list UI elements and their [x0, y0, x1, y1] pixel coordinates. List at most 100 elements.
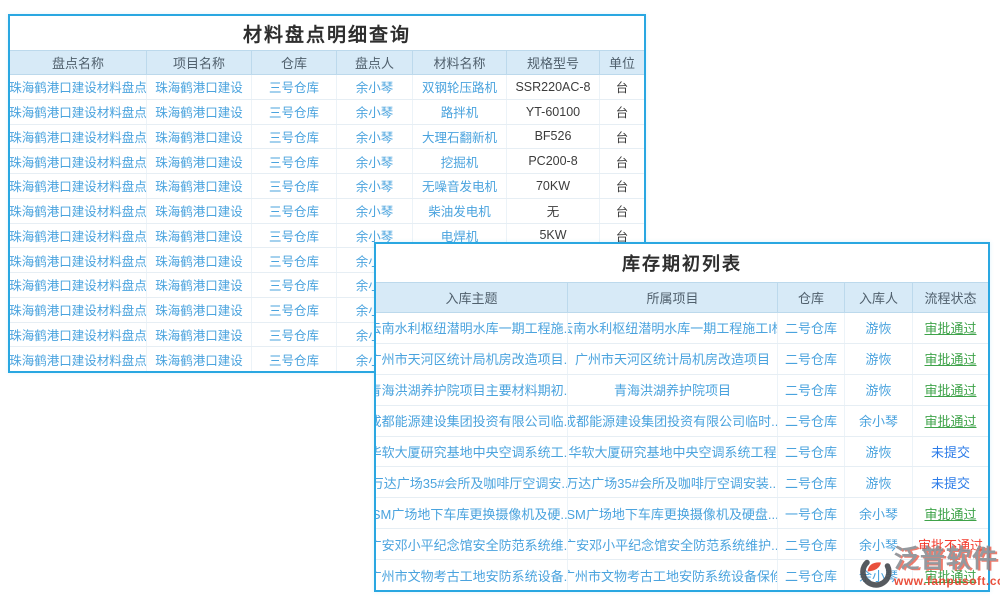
- entry-person-link[interactable]: 游恢: [845, 437, 913, 467]
- project-name-link[interactable]: 珠海鹤港口建设: [147, 125, 252, 149]
- warehouse-link[interactable]: 三号仓库: [252, 323, 337, 347]
- entry-subject-link[interactable]: 云南水利枢纽潜明水库一期工程施...: [376, 313, 568, 343]
- counter-link[interactable]: 余小琴: [337, 149, 413, 173]
- warehouse-link[interactable]: 三号仓库: [252, 149, 337, 173]
- inventory-name-link[interactable]: 珠海鹤港口建设材料盘点: [10, 224, 147, 248]
- entry-person-link[interactable]: 余小琴: [845, 406, 913, 436]
- inventory-name-link[interactable]: 珠海鹤港口建设材料盘点: [10, 174, 147, 198]
- flow-status-link[interactable]: 审批通过: [913, 406, 988, 436]
- flow-status-link[interactable]: 审批通过: [913, 344, 988, 374]
- project-name-link[interactable]: 珠海鹤港口建设: [147, 75, 252, 99]
- page: 材料盘点明细查询 盘点名称项目名称仓库盘点人材料名称规格型号单位 珠海鹤港口建设…: [0, 0, 1000, 600]
- project-link[interactable]: 万达广场35#会所及咖啡厅空调安装...: [568, 467, 778, 497]
- warehouse-link[interactable]: 二号仓库: [778, 375, 845, 405]
- warehouse-link[interactable]: 二号仓库: [778, 313, 845, 343]
- project-name-link[interactable]: 珠海鹤港口建设: [147, 347, 252, 371]
- flow-status-link[interactable]: 审批通过: [913, 560, 988, 590]
- material-name-link[interactable]: 挖掘机: [413, 149, 507, 173]
- counter-link[interactable]: 余小琴: [337, 125, 413, 149]
- inventory-name-link[interactable]: 珠海鹤港口建设材料盘点: [10, 125, 147, 149]
- warehouse-link[interactable]: 三号仓库: [252, 75, 337, 99]
- counter-link[interactable]: 余小琴: [337, 174, 413, 198]
- material-name-link[interactable]: 路拌机: [413, 100, 507, 124]
- warehouse-link[interactable]: 二号仓库: [778, 560, 845, 590]
- flow-status-link[interactable]: 审批通过: [913, 313, 988, 343]
- project-name-link[interactable]: 珠海鹤港口建设: [147, 273, 252, 297]
- material-name-link[interactable]: 无噪音发电机: [413, 174, 507, 198]
- table-row: 成都能源建设集团投资有限公司临...成都能源建设集团投资有限公司临时...二号仓…: [376, 406, 988, 437]
- inventory-name-link[interactable]: 珠海鹤港口建设材料盘点: [10, 323, 147, 347]
- warehouse-link[interactable]: 三号仓库: [252, 298, 337, 322]
- entry-person-link[interactable]: 余小琴: [845, 560, 913, 590]
- entry-subject-link[interactable]: 万达广场35#会所及咖啡厅空调安...: [376, 467, 568, 497]
- counter-link[interactable]: 余小琴: [337, 199, 413, 223]
- inventory-name-link[interactable]: 珠海鹤港口建设材料盘点: [10, 199, 147, 223]
- warehouse-link[interactable]: 三号仓库: [252, 224, 337, 248]
- project-name-link[interactable]: 珠海鹤港口建设: [147, 224, 252, 248]
- column-header: 盘点名称: [10, 51, 147, 74]
- spec-model-text: BF526: [507, 125, 600, 149]
- flow-status-link[interactable]: 审批通过: [913, 498, 988, 528]
- warehouse-link[interactable]: 三号仓库: [252, 199, 337, 223]
- warehouse-link[interactable]: 一号仓库: [778, 498, 845, 528]
- flow-status-link[interactable]: 审批通过: [913, 375, 988, 405]
- entry-subject-link[interactable]: 成都能源建设集团投资有限公司临...: [376, 406, 568, 436]
- inventory-name-link[interactable]: 珠海鹤港口建设材料盘点: [10, 347, 147, 371]
- table-row: 万达广场35#会所及咖啡厅空调安...万达广场35#会所及咖啡厅空调安装...二…: [376, 467, 988, 498]
- entry-person-link[interactable]: 游恢: [845, 344, 913, 374]
- project-link[interactable]: 云南水利枢纽潜明水库一期工程施工I标: [568, 313, 778, 343]
- warehouse-link[interactable]: 二号仓库: [778, 406, 845, 436]
- project-name-link[interactable]: 珠海鹤港口建设: [147, 174, 252, 198]
- inventory-name-link[interactable]: 珠海鹤港口建设材料盘点: [10, 100, 147, 124]
- warehouse-link[interactable]: 三号仓库: [252, 174, 337, 198]
- inventory-name-link[interactable]: 珠海鹤港口建设材料盘点: [10, 273, 147, 297]
- counter-link[interactable]: 余小琴: [337, 75, 413, 99]
- project-link[interactable]: 广州市天河区统计局机房改造项目: [568, 344, 778, 374]
- project-link[interactable]: 青海洪湖养护院项目: [568, 375, 778, 405]
- project-link[interactable]: 广州市文物考古工地安防系统设备保修: [568, 560, 778, 590]
- entry-person-link[interactable]: 游恢: [845, 375, 913, 405]
- project-link[interactable]: 华软大厦研究基地中央空调系统工程: [568, 437, 778, 467]
- project-name-link[interactable]: 珠海鹤港口建设: [147, 298, 252, 322]
- material-name-link[interactable]: 柴油发电机: [413, 199, 507, 223]
- project-link[interactable]: SM广场地下车库更换摄像机及硬盘...: [568, 498, 778, 528]
- flow-status-link[interactable]: 未提交: [913, 437, 988, 467]
- warehouse-link[interactable]: 三号仓库: [252, 100, 337, 124]
- project-link[interactable]: 成都能源建设集团投资有限公司临时...: [568, 406, 778, 436]
- entry-subject-link[interactable]: 广安邓小平纪念馆安全防范系统维...: [376, 529, 568, 559]
- entry-subject-link[interactable]: 华软大厦研究基地中央空调系统工...: [376, 437, 568, 467]
- inventory-name-link[interactable]: 珠海鹤港口建设材料盘点: [10, 298, 147, 322]
- material-name-link[interactable]: 双钢轮压路机: [413, 75, 507, 99]
- project-link[interactable]: 广安邓小平纪念馆安全防范系统维护...: [568, 529, 778, 559]
- column-header: 盘点人: [337, 51, 413, 74]
- project-name-link[interactable]: 珠海鹤港口建设: [147, 100, 252, 124]
- flow-status-link[interactable]: 审批不通过: [913, 529, 988, 559]
- entry-subject-link[interactable]: 青海洪湖养护院项目主要材料期初...: [376, 375, 568, 405]
- inventory-name-link[interactable]: 珠海鹤港口建设材料盘点: [10, 149, 147, 173]
- entry-subject-link[interactable]: 广州市文物考古工地安防系统设备...: [376, 560, 568, 590]
- project-name-link[interactable]: 珠海鹤港口建设: [147, 199, 252, 223]
- entry-person-link[interactable]: 余小琴: [845, 498, 913, 528]
- entry-person-link[interactable]: 游恢: [845, 467, 913, 497]
- warehouse-link[interactable]: 三号仓库: [252, 248, 337, 272]
- material-name-link[interactable]: 大理石翻新机: [413, 125, 507, 149]
- entry-person-link[interactable]: 余小琴: [845, 529, 913, 559]
- inventory-name-link[interactable]: 珠海鹤港口建设材料盘点: [10, 248, 147, 272]
- column-header: 项目名称: [147, 51, 252, 74]
- warehouse-link[interactable]: 二号仓库: [778, 467, 845, 497]
- entry-subject-link[interactable]: 广州市天河区统计局机房改造项目...: [376, 344, 568, 374]
- entry-subject-link[interactable]: SM广场地下车库更换摄像机及硬...: [376, 498, 568, 528]
- warehouse-link[interactable]: 二号仓库: [778, 437, 845, 467]
- project-name-link[interactable]: 珠海鹤港口建设: [147, 248, 252, 272]
- warehouse-link[interactable]: 三号仓库: [252, 125, 337, 149]
- warehouse-link[interactable]: 三号仓库: [252, 347, 337, 371]
- project-name-link[interactable]: 珠海鹤港口建设: [147, 323, 252, 347]
- warehouse-link[interactable]: 二号仓库: [778, 529, 845, 559]
- project-name-link[interactable]: 珠海鹤港口建设: [147, 149, 252, 173]
- inventory-name-link[interactable]: 珠海鹤港口建设材料盘点: [10, 75, 147, 99]
- warehouse-link[interactable]: 三号仓库: [252, 273, 337, 297]
- entry-person-link[interactable]: 游恢: [845, 313, 913, 343]
- warehouse-link[interactable]: 二号仓库: [778, 344, 845, 374]
- counter-link[interactable]: 余小琴: [337, 100, 413, 124]
- flow-status-link[interactable]: 未提交: [913, 467, 988, 497]
